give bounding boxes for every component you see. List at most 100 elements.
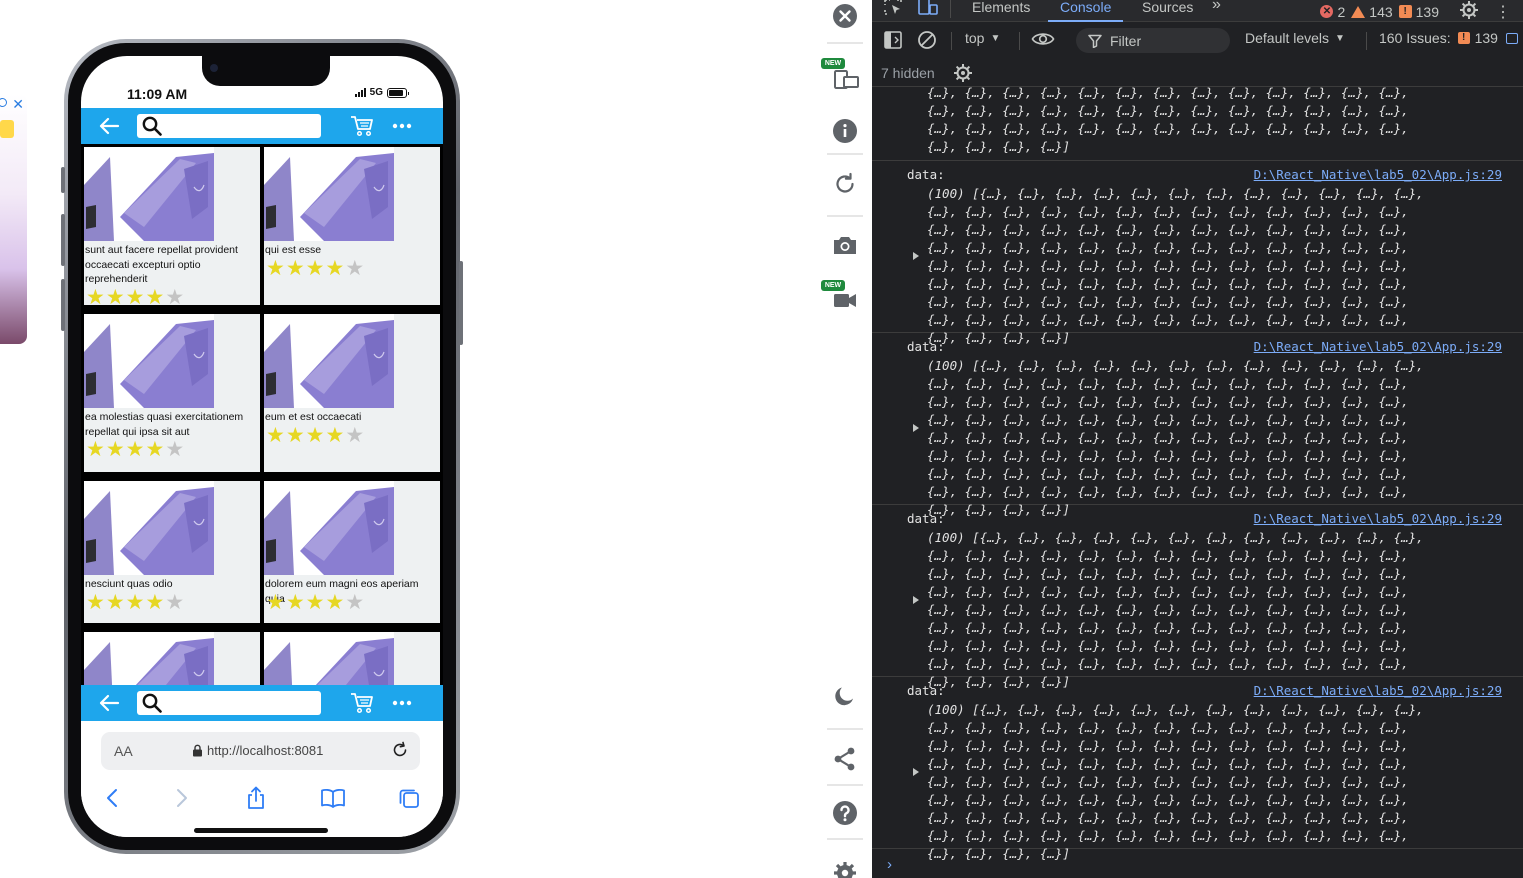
info-button[interactable] — [830, 116, 860, 146]
star-icon: ★ — [105, 438, 125, 462]
tab-console[interactable]: Console — [1047, 0, 1124, 22]
inspect-button[interactable] — [883, 0, 903, 16]
search-input[interactable] — [137, 114, 321, 138]
browser-forward-button[interactable] — [167, 783, 197, 813]
error-counter[interactable]: ✕ 2 — [1320, 4, 1345, 20]
log-source-link[interactable]: D:\React_Native\lab5_02\App.js:29 — [1254, 167, 1502, 182]
product-card[interactable] — [264, 632, 440, 685]
log-line: {…}, {…}, {…}, {…}, {…}, {…}, {…}, {…}, … — [927, 774, 1409, 789]
search-input[interactable] — [137, 691, 321, 715]
log-levels-dropdown[interactable]: Default levels ▼ — [1245, 30, 1345, 46]
product-card[interactable]: ea molestias quasi exercitationem repell… — [84, 314, 260, 472]
console-message[interactable]: data: D:\React_Native\lab5_02\App.js:29 (1… — [872, 505, 1523, 689]
rotate-button[interactable] — [830, 169, 860, 199]
share-button[interactable] — [241, 783, 271, 813]
sidebar-icon — [884, 31, 902, 49]
issue-icon: ! — [1398, 5, 1412, 18]
toolbar-separator — [951, 32, 952, 50]
more-tabs-chevron-icon[interactable]: » — [1212, 0, 1221, 20]
product-grid: sunt aut facere repellat provident occae… — [81, 144, 443, 685]
book-icon — [321, 788, 345, 808]
issues-counter[interactable]: ! 139 — [1398, 4, 1439, 20]
status-indicators: 5G — [354, 87, 409, 98]
product-card[interactable]: qui est esse ★ ★ ★ ★ ★ — [264, 147, 440, 305]
console-message[interactable]: data: D:\React_Native\lab5_02\App.js:29 (1… — [872, 677, 1523, 861]
screen-root: ✕ 11:09 AM 5G sunt aut facere repellat p… — [0, 0, 1523, 878]
issue-counters[interactable]: ✕ 2 143 ! 139 ⋮ — [1320, 0, 1511, 23]
expand-triangle-icon[interactable] — [913, 424, 919, 432]
share-device-button[interactable] — [830, 744, 860, 774]
bookmarks-button[interactable] — [318, 783, 348, 813]
back-button[interactable] — [81, 685, 137, 721]
console-message[interactable]: data: D:\React_Native\lab5_02\App.js:29 (1… — [872, 161, 1523, 345]
screenshot-button[interactable] — [830, 230, 860, 260]
address-bar[interactable]: AA http://localhost:8081 — [101, 732, 420, 770]
product-card[interactable] — [84, 632, 260, 685]
screencast-button[interactable] — [830, 284, 860, 314]
reload-icon[interactable] — [390, 740, 410, 760]
sidebar-toggle-button[interactable] — [883, 30, 903, 50]
console-message[interactable]: data: D:\React_Native\lab5_02\App.js:29 (1… — [872, 333, 1523, 517]
more-button[interactable] — [389, 690, 415, 716]
issues-label: 160 Issues: — [1379, 30, 1451, 46]
dark-mode-button[interactable] — [830, 681, 860, 711]
help-button[interactable] — [830, 798, 860, 828]
browser-back-button[interactable] — [97, 783, 127, 813]
product-card[interactable]: sunt aut facere repellat provident occae… — [84, 147, 260, 305]
tab-separator — [950, 0, 951, 18]
log-line: {…}, {…}, {…}, {…}, {…}, {…}, {…}, {…}, … — [927, 584, 1409, 599]
tab-elements[interactable]: Elements — [972, 0, 1030, 22]
filter-icon — [1088, 34, 1102, 48]
context-selector[interactable]: top ▼ — [965, 30, 1000, 46]
log-line: (100) [{…}, {…}, {…}, {…}, {…}, {…}, {…}… — [927, 358, 1424, 373]
cart-button[interactable] — [349, 113, 375, 139]
filter-input[interactable]: Filter — [1076, 28, 1230, 53]
product-card[interactable]: dolorem eum magni eos aperiam quia ★ ★ ★ ★ ★ — [264, 481, 440, 623]
cart-button[interactable] — [349, 690, 375, 716]
product-card[interactable]: eum et est occaecati ★ ★ ★ ★ ★ — [264, 314, 440, 472]
console-toolbar: top ▼ Filter Default levels ▼ 160 Issues… — [872, 23, 1523, 57]
video-icon — [834, 294, 856, 307]
log-line: {…}, {…}, {…}, {…}, {…}, {…}, {…}, {…}, … — [927, 258, 1409, 273]
expand-triangle-icon[interactable] — [913, 252, 919, 260]
device-toggle-button[interactable] — [917, 0, 939, 16]
clear-icon — [918, 31, 936, 49]
expand-triangle-icon[interactable] — [913, 596, 919, 604]
gear-icon[interactable] — [953, 63, 973, 83]
star-icon: ★ — [145, 438, 165, 462]
clear-console-button[interactable] — [917, 30, 937, 50]
settings-button[interactable] — [1459, 0, 1479, 23]
star-icon: ★ — [305, 256, 325, 280]
back-button[interactable] — [81, 108, 137, 144]
issues-button[interactable]: 160 Issues: ! 139 — [1379, 30, 1518, 46]
product-image — [264, 314, 394, 408]
close-device-button[interactable] — [830, 1, 860, 31]
log-source-link[interactable]: D:\React_Native\lab5_02\App.js:29 — [1254, 339, 1502, 354]
tab-sources[interactable]: Sources — [1142, 0, 1193, 22]
settings-device-button[interactable] — [830, 858, 860, 878]
device-frame-button[interactable] — [830, 61, 860, 91]
live-expression-button[interactable] — [1031, 30, 1055, 48]
tabs-button[interactable] — [394, 783, 424, 813]
star-icon: ★ — [105, 285, 125, 305]
log-source-link[interactable]: D:\React_Native\lab5_02\App.js:29 — [1254, 511, 1502, 526]
text-size-button[interactable]: AA — [114, 743, 133, 759]
log-source-link[interactable]: D:\React_Native\lab5_02\App.js:29 — [1254, 683, 1502, 698]
expand-triangle-icon[interactable] — [913, 768, 919, 776]
ad-choices-icon[interactable] — [0, 98, 7, 107]
log-line: {…}, {…}, {…}, {…}, {…}, {…}, {…}, {…}, … — [927, 828, 1409, 843]
share-icon — [248, 786, 264, 809]
more-button[interactable] — [389, 113, 415, 139]
arrow-left-icon — [99, 117, 120, 135]
console-prompt-icon[interactable]: › — [887, 856, 892, 873]
log-line: {…}, {…}, {…}, {…}, {…}, {…}, {…}, {…}, … — [927, 294, 1409, 309]
log-line: {…}, {…}, {…}, {…}, {…}, {…}, {…}, {…}, … — [927, 720, 1409, 735]
front-camera — [210, 64, 218, 72]
product-card[interactable]: nesciunt quas odio ★ ★ ★ ★ ★ — [84, 481, 260, 623]
more-horizontal-icon — [392, 123, 412, 129]
warning-counter[interactable]: 143 — [1351, 4, 1393, 20]
ad-close-icon[interactable]: ✕ — [12, 96, 24, 113]
star-icon: ★ — [325, 423, 345, 447]
menu-kebab-icon[interactable]: ⋮ — [1495, 2, 1511, 22]
issue-icon: ! — [1457, 32, 1470, 44]
